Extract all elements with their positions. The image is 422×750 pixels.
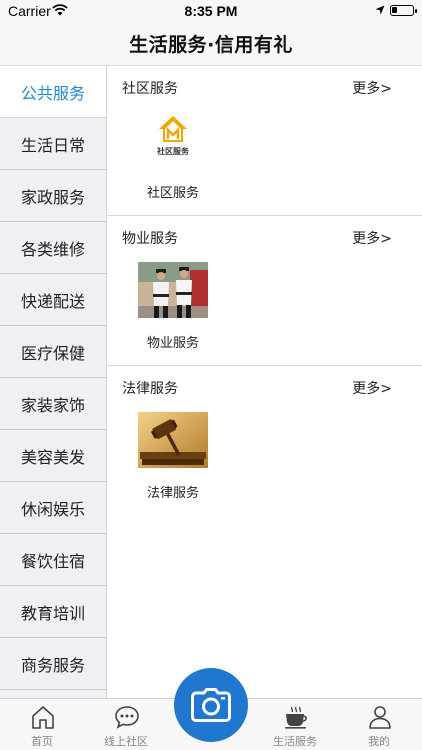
navigation-bar: 生活服务·信用有礼	[0, 22, 422, 66]
sidebar-item-public-services[interactable]: 公共服务	[0, 66, 106, 118]
sidebar-item-home-decor[interactable]: 家装家饰	[0, 378, 106, 430]
section-title: 物业服务	[122, 231, 178, 247]
section-legal-service: 法律服务 更多> 法律服务	[107, 366, 422, 516]
more-link[interactable]: 更多>	[352, 378, 392, 398]
section-title: 法律服务	[122, 381, 178, 397]
sidebar-item-education[interactable]: 教育培训	[0, 586, 106, 638]
status-bar: Carrier 8:35 PM	[0, 0, 422, 22]
tab-label: 首页	[31, 735, 53, 748]
tab-label: 线上社区	[104, 735, 148, 748]
section-header: 社区服务 更多>	[122, 78, 392, 98]
community-service-logo: 社区服务	[138, 112, 208, 168]
section-property-service: 物业服务 更多> 物业服务	[107, 216, 422, 366]
security-guards-photo	[138, 262, 208, 318]
sidebar-item-healthcare[interactable]: 医疗保健	[0, 326, 106, 378]
more-link[interactable]: 更多>	[352, 228, 392, 248]
camera-icon	[191, 688, 231, 722]
tab-label: 我的	[368, 735, 390, 748]
service-tile-community[interactable]: 社区服务 社区服务	[138, 112, 208, 201]
sidebar-item-repairs[interactable]: 各类维修	[0, 222, 106, 274]
category-sidebar[interactable]: 公共服务 生活日常 家政服务 各类维修 快递配送 医疗保健 家装家饰 美容美发 …	[0, 66, 107, 698]
sidebar-item-leisure[interactable]: 休闲娱乐	[0, 482, 106, 534]
person-icon	[369, 706, 391, 729]
home-icon	[32, 706, 54, 729]
page-title: 生活服务·信用有礼	[129, 34, 293, 56]
section-title: 社区服务	[122, 81, 178, 97]
location-arrow-icon	[375, 5, 385, 15]
tab-life-services[interactable]: 生活服务	[253, 699, 337, 750]
section-header: 物业服务 更多>	[122, 228, 392, 248]
section-community-service: 社区服务 更多> 社区服务 社区服务	[107, 66, 422, 216]
sidebar-item-dining-lodging[interactable]: 餐饮住宿	[0, 534, 106, 586]
sidebar-item-express-delivery[interactable]: 快递配送	[0, 274, 106, 326]
service-tile-legal[interactable]: 法律服务	[138, 412, 208, 501]
camera-button[interactable]	[174, 668, 248, 742]
section-header: 法律服务 更多>	[122, 378, 392, 398]
logo-caption: 社区服务	[156, 146, 190, 156]
tab-label: 生活服务	[273, 735, 317, 748]
gavel-photo	[138, 412, 208, 468]
battery-icon	[390, 5, 417, 16]
sidebar-item-beauty-salon[interactable]: 美容美发	[0, 430, 106, 482]
tile-label: 法律服务	[146, 486, 199, 501]
chat-bubble-icon	[115, 706, 139, 729]
app-screen: { "status_bar": { "carrier": "Carrier", …	[0, 0, 422, 750]
sidebar-item-business[interactable]: 商务服务	[0, 638, 106, 690]
tile-label: 物业服务	[146, 336, 199, 351]
service-tile-property[interactable]: 物业服务	[138, 262, 208, 351]
coffee-cup-icon	[285, 706, 307, 729]
clock: 8:35 PM	[184, 3, 238, 19]
sidebar-item-housekeeping[interactable]: 家政服务	[0, 170, 106, 222]
tab-profile[interactable]: 我的	[337, 699, 421, 750]
tab-online-community[interactable]: 线上社区	[84, 699, 168, 750]
service-content: 社区服务 更多> 社区服务 社区服务 物业服务 更多> 物业服务 法律服务 更多…	[107, 66, 422, 698]
sidebar-item-daily-life[interactable]: 生活日常	[0, 118, 106, 170]
tab-home[interactable]: 首页	[0, 699, 84, 750]
tile-label: 社区服务	[146, 186, 199, 201]
more-link[interactable]: 更多>	[352, 78, 392, 98]
